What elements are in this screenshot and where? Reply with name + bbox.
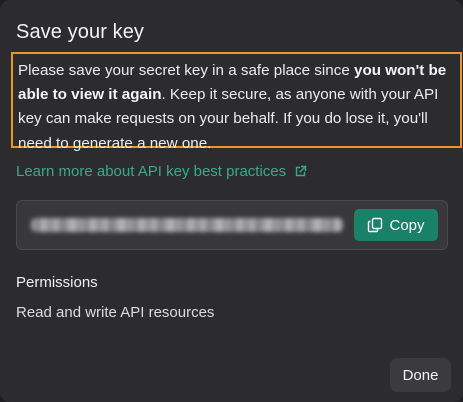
dialog-title: Save your key [16,21,145,43]
permissions-label: Permissions [16,274,98,291]
warning-message: Please save your secret key in a safe pl… [11,52,462,152]
learn-link-label: Learn more about API key best practices [16,163,287,180]
external-link-icon [295,165,307,177]
copy-button[interactable]: Copy [354,209,438,241]
done-button[interactable]: Done [390,358,451,392]
blurred-secret-key [31,218,343,232]
permissions-value: Read and write API resources [16,304,215,321]
copy-icon [368,217,383,233]
api-key-best-practices-link[interactable]: Learn more about API key best practices [16,163,307,180]
secret-key-field[interactable]: Copy [16,200,448,250]
copy-label: Copy [389,216,425,234]
save-key-dialog: Save your key Please save your secret ke… [0,0,463,402]
warning-text-start: Please save your secret key in a safe pl… [18,62,354,79]
